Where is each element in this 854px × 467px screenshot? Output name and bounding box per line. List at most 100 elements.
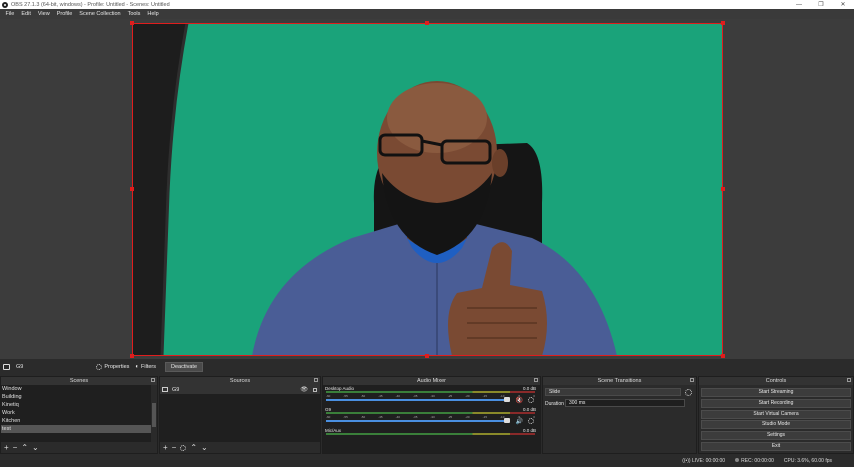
start-recording-button[interactable]: Start Recording xyxy=(701,398,851,408)
speaker-icon[interactable]: 🔊 xyxy=(516,418,523,425)
sources-dock: Sources G9 👁 + − ⌃ ⌄ xyxy=(159,376,321,454)
settings-button[interactable]: Settings xyxy=(701,431,851,441)
resize-handle-tm[interactable] xyxy=(425,21,429,25)
exit-button[interactable]: Exit xyxy=(701,441,851,451)
resize-handle-br[interactable] xyxy=(721,354,725,358)
meter-tick: -45 xyxy=(378,415,383,419)
camera-icon xyxy=(162,387,168,392)
transitions-body: Slide Duration 300 ms xyxy=(543,385,696,453)
resize-handle-tl[interactable] xyxy=(130,21,134,25)
add-icon[interactable]: + xyxy=(163,443,168,452)
gear-icon[interactable] xyxy=(528,397,534,403)
scene-item[interactable]: Work xyxy=(1,409,157,417)
resize-handle-tr[interactable] xyxy=(721,21,725,25)
menu-view[interactable]: View xyxy=(34,11,53,17)
mixer-channel: Mic/Aux 0.0 dB xyxy=(323,427,540,448)
resize-handle-mr[interactable] xyxy=(721,187,725,191)
scene-item-selected[interactable]: test xyxy=(1,425,157,433)
controls-title: Controls xyxy=(765,378,787,384)
obs-logo-icon xyxy=(2,1,8,8)
scenes-scrollbar[interactable] xyxy=(151,385,157,442)
meter-tick: -40 xyxy=(395,394,400,398)
properties-label: Properties xyxy=(104,364,130,370)
volume-slider[interactable] xyxy=(326,420,510,422)
transition-select[interactable]: Slide xyxy=(545,388,681,396)
move-up-icon[interactable]: ⌃ xyxy=(21,443,28,452)
scenes-footer: + − ⌃ ⌄ xyxy=(1,442,157,453)
eye-icon[interactable]: 👁 xyxy=(300,386,308,393)
undock-icon[interactable] xyxy=(534,378,538,382)
volume-slider[interactable] xyxy=(326,399,510,401)
sources-footer: + − ⌃ ⌄ xyxy=(160,442,320,453)
move-down-icon[interactable]: ⌄ xyxy=(201,443,208,452)
scenes-title: Scenes xyxy=(69,378,89,384)
undock-icon[interactable] xyxy=(847,378,851,382)
properties-button[interactable]: Properties xyxy=(93,364,132,370)
sources-list[interactable]: G9 👁 xyxy=(160,385,320,442)
meter-tick: -60 xyxy=(326,415,331,419)
webcam-video-frame xyxy=(132,23,723,356)
move-up-icon[interactable]: ⌃ xyxy=(190,443,197,452)
gear-icon[interactable] xyxy=(528,418,534,424)
scrollbar-thumb[interactable] xyxy=(152,403,156,427)
menu-help[interactable]: Help xyxy=(144,11,162,17)
source-item-label: G9 xyxy=(172,386,180,393)
meter-tick: -35 xyxy=(413,394,418,398)
gear-icon[interactable] xyxy=(685,389,692,396)
volume-slider-handle[interactable] xyxy=(504,418,510,423)
scene-item[interactable]: Building xyxy=(1,393,157,401)
add-icon[interactable]: + xyxy=(4,443,9,452)
scenes-list[interactable]: Window Building Kinetiq Work Kitchen tes… xyxy=(1,385,157,442)
scene-item[interactable]: Kitchen xyxy=(1,417,157,425)
menu-tools[interactable]: Tools xyxy=(124,11,144,17)
move-down-icon[interactable]: ⌄ xyxy=(32,443,39,452)
resize-handle-bm[interactable] xyxy=(425,354,429,358)
scene-item[interactable]: Kinetiq xyxy=(1,401,157,409)
start-streaming-button[interactable]: Start Streaming xyxy=(701,388,851,397)
resize-handle-bl[interactable] xyxy=(130,354,134,358)
duration-input[interactable]: 300 ms xyxy=(565,399,685,407)
menu-scene-collection[interactable]: Scene Collection xyxy=(76,11,124,17)
deactivate-button[interactable]: Deactivate xyxy=(165,362,204,372)
undock-icon[interactable] xyxy=(690,378,694,382)
mixer-channel: Desktop Audio 0.0 dB -60 -55 -50 -45 -40 -35-… xyxy=(323,385,540,406)
meter-tick: -30 xyxy=(430,415,435,419)
meter-tick: -60 xyxy=(326,394,331,398)
menu-file[interactable]: File xyxy=(2,11,18,17)
start-virtual-camera-button[interactable]: Start Virtual Camera xyxy=(701,409,851,419)
source-toolbar: G9 Properties ◐ Filters Deactivate xyxy=(0,360,854,374)
rec-status: REC: 00:00:00 xyxy=(735,458,774,464)
lock-icon[interactable] xyxy=(313,388,317,392)
transitions-title: Scene Transitions xyxy=(597,378,642,384)
filter-icon: ◐ xyxy=(135,364,140,370)
remove-icon[interactable]: − xyxy=(172,443,177,452)
transitions-header: Scene Transitions xyxy=(543,377,696,385)
volume-meter xyxy=(326,433,535,435)
cpu-status: CPU: 3.6%, 60.00 fps xyxy=(783,458,832,464)
studio-mode-button[interactable]: Studio Mode xyxy=(701,420,851,430)
meter-tick: 0 xyxy=(533,415,535,419)
meter-tick: -15 xyxy=(482,415,487,419)
menu-edit[interactable]: Edit xyxy=(18,11,34,17)
meter-tick: -20 xyxy=(465,394,470,398)
gear-icon[interactable] xyxy=(180,444,187,451)
source-item[interactable]: G9 👁 xyxy=(160,385,320,394)
filters-button[interactable]: ◐ Filters xyxy=(132,364,159,370)
speaker-muted-icon[interactable]: 🔇 xyxy=(516,397,523,404)
preview-area[interactable] xyxy=(0,19,854,359)
preview-canvas[interactable] xyxy=(132,23,723,356)
undock-icon[interactable] xyxy=(151,378,155,382)
live-status: ((•)) LIVE: 00:00:00 xyxy=(682,458,725,464)
menu-profile[interactable]: Profile xyxy=(53,11,76,17)
sources-title: Sources xyxy=(229,378,251,384)
status-bar: ((•)) LIVE: 00:00:00 REC: 00:00:00 CPU: … xyxy=(0,455,854,467)
scene-item[interactable]: Window xyxy=(1,385,157,393)
undock-icon[interactable] xyxy=(314,378,318,382)
restore-button[interactable]: ❐ xyxy=(810,0,832,9)
volume-slider-handle[interactable] xyxy=(504,397,510,402)
close-button[interactable]: ✕ xyxy=(832,0,854,9)
title-bar: OBS 27.1.3 (64-bit, windows) - Profile: … xyxy=(0,0,854,9)
minimize-button[interactable]: — xyxy=(788,0,810,9)
remove-icon[interactable]: − xyxy=(13,443,18,452)
resize-handle-ml[interactable] xyxy=(130,187,134,191)
